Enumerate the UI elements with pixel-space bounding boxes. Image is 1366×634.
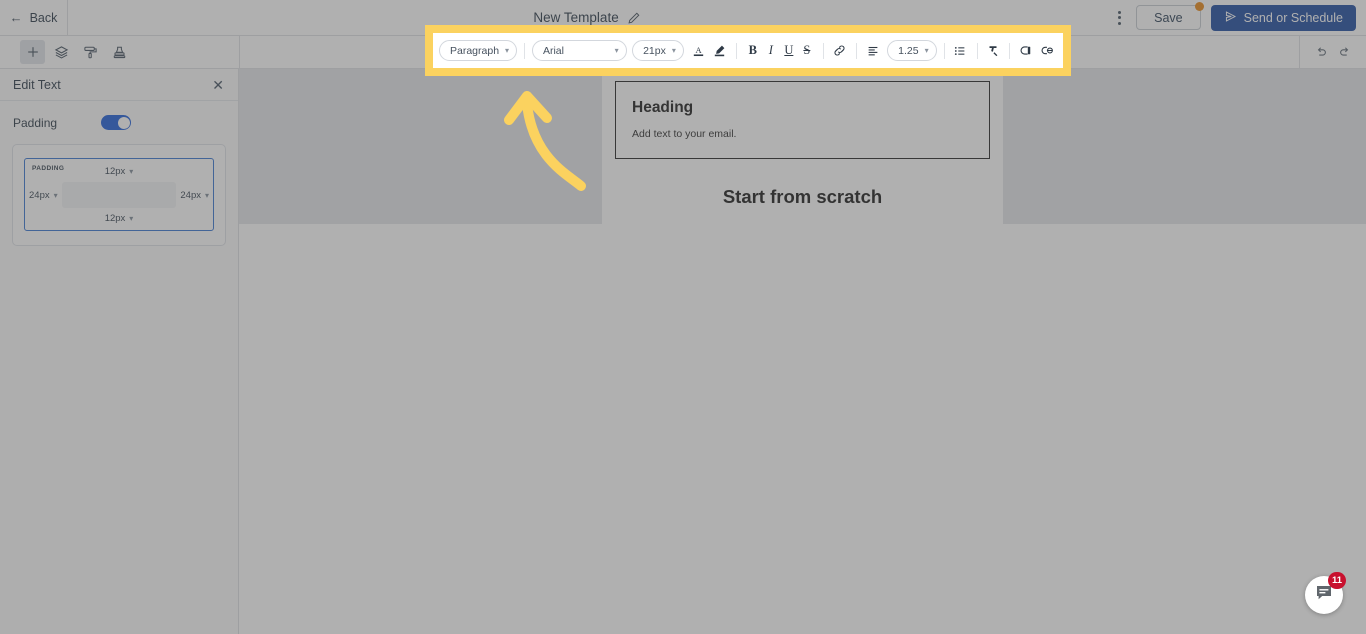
toolbar-divider [1009, 42, 1011, 59]
block-tools-group [0, 35, 240, 69]
toolbar-divider [735, 42, 737, 59]
font-size-select[interactable]: 21px ▾ [632, 40, 684, 61]
padding-toggle[interactable] [101, 115, 132, 130]
underline-button[interactable]: U [780, 40, 798, 62]
padding-right-text: 24px [180, 189, 201, 201]
layers-icon[interactable] [49, 40, 74, 64]
chat-widget-button[interactable]: 11 [1305, 572, 1346, 614]
redo-icon[interactable] [1338, 45, 1352, 59]
line-height-value: 1.25 [898, 44, 919, 57]
toolbar-divider [855, 42, 857, 59]
padding-left-value[interactable]: 24px ▾ [29, 190, 58, 201]
chat-unread-badge: 11 [1327, 572, 1346, 589]
chevron-down-icon: ▾ [505, 46, 510, 55]
canvas-row: Heading Add text to your email. Start fr… [239, 69, 1366, 224]
block-style-value: Paragraph [450, 44, 500, 57]
align-left-icon[interactable] [864, 40, 882, 62]
padding-left-text: 24px [29, 189, 50, 201]
pencil-icon[interactable] [627, 11, 641, 25]
padding-label: Padding [13, 115, 58, 130]
padding-inner-preview [61, 182, 177, 208]
chevron-down-icon: ▾ [129, 214, 134, 223]
paper-plane-icon [1224, 10, 1237, 26]
save-button[interactable]: Save [1136, 2, 1204, 30]
panel-header: Edit Text ✕ [0, 69, 238, 101]
canvas-left-column[interactable] [239, 69, 602, 224]
underline-label: U [784, 43, 794, 57]
padding-bottom-value[interactable]: 12px ▾ [105, 213, 134, 224]
line-height-select[interactable]: 1.25 ▾ [887, 40, 937, 61]
email-canvas: Heading Add text to your email. Start fr… [239, 69, 1366, 634]
toolbar-divider [976, 42, 978, 59]
send-button-label: Send or Schedule [1243, 10, 1343, 25]
stamp-icon[interactable] [107, 40, 132, 64]
chevron-down-icon: ▾ [924, 46, 929, 55]
padding-box: PADDING 12px ▾ 24px ▾ 24px ▾ 12px ▾ [24, 158, 214, 231]
block-style-select[interactable]: Paragraph ▾ [439, 40, 518, 61]
block-subtext: Add text to your email. [632, 128, 737, 140]
strikethrough-button[interactable]: S [798, 40, 816, 62]
padding-right-value[interactable]: 24px ▾ [180, 190, 209, 201]
back-button[interactable]: ← Back [0, 0, 68, 36]
padding-middle-row: 24px ▾ 24px ▾ [29, 182, 209, 208]
bullet-list-icon[interactable] [951, 40, 969, 62]
padding-top-value[interactable]: 12px ▾ [105, 166, 134, 177]
font-family-select[interactable]: Arial ▾ [531, 40, 627, 61]
toolbar-divider [524, 42, 525, 59]
padding-card: PADDING 12px ▾ 24px ▾ 24px ▾ 12px ▾ [12, 144, 226, 246]
italic-button[interactable]: I [762, 40, 780, 62]
save-button-label: Save [1154, 10, 1183, 25]
back-button-label: Back [29, 10, 58, 25]
canvas-center-column: Heading Add text to your email. Start fr… [602, 69, 1003, 224]
bold-button[interactable]: B [744, 40, 762, 62]
text-block-selected[interactable]: Heading Add text to your email. [615, 81, 990, 159]
document-title-group: New Template [68, 10, 1106, 25]
strikethrough-label: S [803, 43, 811, 57]
padding-toggle-row: Padding [0, 101, 238, 140]
start-from-scratch-label: Start from scratch [722, 186, 883, 207]
merge-tag-icon[interactable] [1017, 40, 1035, 62]
toolbar-divider [943, 42, 945, 59]
toggle-knob [117, 116, 130, 129]
padding-bottom-text: 12px [104, 213, 126, 224]
canvas-right-column[interactable] [1003, 69, 1366, 224]
chevron-down-icon: ▾ [53, 190, 58, 200]
block-heading: Heading [632, 99, 694, 116]
personalization-link-icon[interactable] [1039, 40, 1057, 62]
font-size-value: 21px [643, 44, 666, 57]
text-color-icon[interactable]: A [689, 40, 707, 62]
clear-formatting-icon[interactable] [984, 40, 1002, 62]
chevron-down-icon: ▾ [671, 46, 676, 55]
send-or-schedule-button[interactable]: Send or Schedule [1210, 4, 1356, 31]
padding-bottom-row: 12px ▾ [29, 213, 209, 224]
bold-label: B [748, 43, 757, 57]
panel-title: Edit Text [13, 77, 61, 92]
history-controls [1299, 35, 1366, 69]
chevron-down-icon: ▾ [204, 190, 209, 200]
add-block-icon[interactable] [20, 40, 45, 64]
toolbar-divider [822, 42, 824, 59]
close-icon[interactable]: ✕ [212, 78, 224, 92]
chevron-down-icon: ▾ [614, 46, 619, 55]
text-format-toolbar: Paragraph ▾ Arial ▾ 21px ▾ A B I U S 1.2… [433, 33, 1063, 68]
chevron-down-icon: ▾ [129, 167, 134, 176]
svg-text:A: A [695, 45, 702, 55]
font-family-value: Arial [542, 44, 564, 57]
link-icon[interactable] [831, 40, 849, 62]
padding-top-text: 12px [104, 166, 126, 177]
unsaved-changes-badge [1194, 2, 1204, 11]
highlight-color-icon[interactable] [711, 40, 729, 62]
paint-roller-icon[interactable] [78, 40, 103, 64]
padding-legend: PADDING [32, 165, 65, 172]
top-bar-actions: Save Send or Schedule [1106, 0, 1366, 36]
app-root: ← Back New Template Save Send or Schedul… [0, 0, 1366, 634]
arrow-left-icon: ← [9, 10, 23, 25]
page-title: New Template [533, 10, 619, 25]
italic-label: I [768, 43, 773, 57]
edit-text-panel: Edit Text ✕ Padding PADDING 12px ▾ 24px [0, 69, 239, 634]
undo-icon[interactable] [1314, 45, 1328, 59]
kebab-menu-icon[interactable] [1106, 0, 1132, 36]
